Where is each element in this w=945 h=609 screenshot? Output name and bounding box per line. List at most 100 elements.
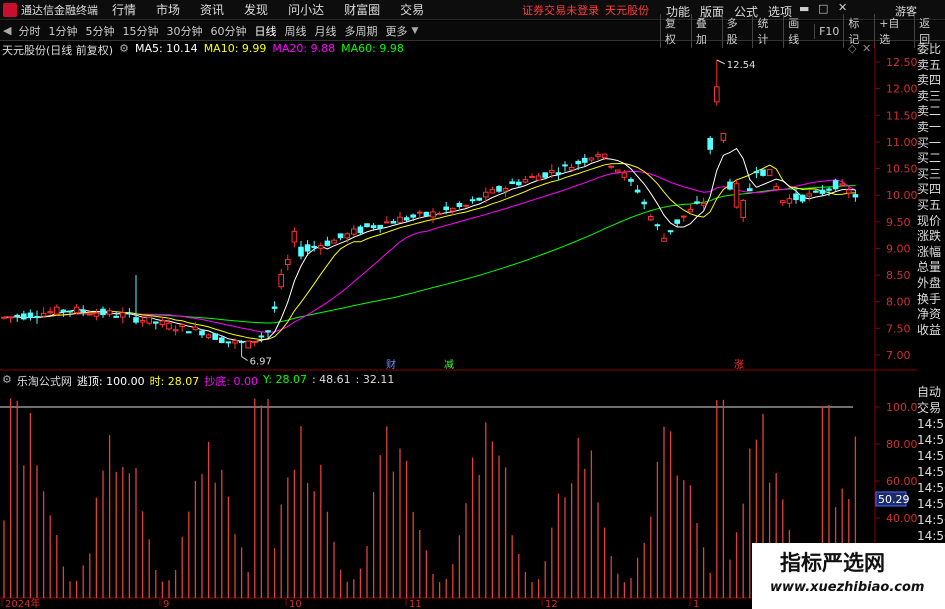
btn-huaxian[interactable]: 画线 [783,14,814,48]
candle-body [384,221,390,224]
candle-body [212,333,218,340]
candle-body [760,169,766,176]
ma10-line [3,162,856,341]
period-weekly[interactable]: 周线 [280,23,310,39]
btn-tongji[interactable]: 统计 [752,14,783,48]
trade-time-label: 14:56 [917,497,945,511]
indicator-settings-icon[interactable]: ⚙ [2,373,12,389]
candle-body [252,341,258,344]
candle-body [720,132,727,141]
event-marker: 涨 [734,359,744,371]
settings-icon[interactable]: ⚙ [119,42,129,58]
period-more[interactable]: 更多 [381,23,411,39]
stock-name[interactable]: 天元股份(日线 前复权) [2,42,113,58]
period-15min[interactable]: 15分钟 [118,23,162,39]
candle-body [344,233,350,239]
price-tick-label: 12.00 [886,83,918,96]
side-label: 买五 [917,197,942,212]
candle-body [179,324,185,327]
candle-body [370,225,377,229]
candle-body [747,188,753,192]
period-daily[interactable]: 日线 [250,23,280,39]
candle-body [7,316,14,319]
candle-body [337,233,344,239]
candle-body [100,308,106,316]
side-label: 买三 [917,166,942,181]
menu-hangqing[interactable]: 行情 [112,1,136,18]
side-label: 卖四 [917,73,942,88]
candle-body [509,181,515,185]
close-icon[interactable]: ✕ [838,1,847,14]
btn-fuquan[interactable]: 复权 [660,14,691,48]
side-label: 委比 [917,42,942,56]
price-tick-label: 7.00 [886,349,911,362]
candle-body [265,330,271,333]
period-30min[interactable]: 30分钟 [162,23,206,39]
candle-body [238,341,245,344]
candle-body [186,331,192,334]
candle-body [839,183,846,186]
side-label: 外盘 [917,275,942,290]
chart-close-icon[interactable]: ✕ [862,42,871,55]
more-dropdown-icon[interactable]: ▼ [411,26,418,36]
date-tick-label: 11 [409,599,422,609]
btn-diejia[interactable]: 叠加 [690,14,722,48]
candle-body [852,194,859,198]
maximize-icon[interactable]: □ [818,2,828,15]
alert-stock-name: 天元股份 [605,3,650,17]
indicator-name[interactable]: 乐淘公式网 [17,373,72,389]
side-label: 涨幅 [917,244,942,259]
period-multi[interactable]: 多周期 [340,23,381,39]
period-5min[interactable]: 5分钟 [81,23,118,39]
app-title: 通达信金融终端 [21,3,98,17]
ind-current-box [875,491,907,507]
period-fenshi[interactable]: 分时 [14,23,44,39]
period-60min[interactable]: 60分钟 [206,23,250,39]
candle-body [40,312,47,317]
chart-settings-icon[interactable]: ◇ [848,42,856,55]
bottom-value: 抄底: 0.00 [204,375,258,388]
low-leader [241,356,248,362]
time-value: 时: 28.07 [149,375,200,388]
candle-body [786,198,793,204]
candle-body [496,186,502,192]
candle-body [766,169,773,177]
btn-f10[interactable]: F10 [814,23,843,39]
candle-body [489,188,496,194]
candle-body [318,245,324,249]
candle-body [463,204,469,207]
menu-zixun[interactable]: 资讯 [200,1,224,18]
btn-duogu[interactable]: 多股 [721,14,753,48]
price-tick-label: 12.50 [886,56,918,69]
candle-body [846,189,852,194]
candle-body [120,312,126,318]
candle-body [436,212,443,215]
kline-chart[interactable]: 12.50 12.00 11.50 11.00 10.50 10.00 9.50 9.00 8.… [0,0,945,609]
period-1min[interactable]: 1分钟 [44,23,81,39]
menu-shichang[interactable]: 市场 [156,1,180,18]
menu-wenxiaoda[interactable]: 问小达 [288,1,324,18]
ma5-line [3,147,856,343]
candle-body [641,201,648,205]
candle-body [106,310,113,315]
candle-body [621,172,628,178]
event-marker: 减 [444,359,454,371]
btn-zixuan[interactable]: +自选 [874,14,914,48]
menu-faxian[interactable]: 发现 [244,1,268,18]
menu-jiaoyi[interactable]: 交易 [400,1,424,18]
candle-body [146,316,152,324]
candle-body [615,169,621,173]
candle-body [562,164,568,167]
candle-body [687,208,694,213]
trade-login-alert[interactable]: 证券交易未登录 [522,2,599,18]
side-label: 卖二 [917,104,942,119]
date-tick-label: 1 [693,599,699,609]
candle-body [733,183,740,208]
ind-tick-label: 100.0 [886,401,918,414]
candle-body [21,313,27,320]
menu-caifuquan[interactable]: 财富圈 [344,1,380,18]
candle-body [806,193,813,197]
candle-body [397,216,403,223]
period-monthly[interactable]: 月线 [310,23,340,39]
left-arrow-icon[interactable]: ◀ [0,24,14,37]
